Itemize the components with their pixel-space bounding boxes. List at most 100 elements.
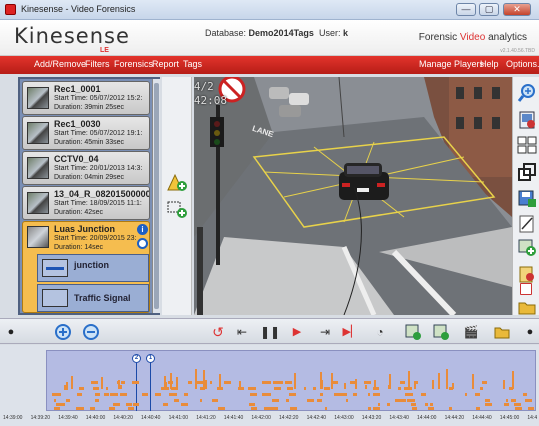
checkbox-icon[interactable]	[520, 283, 532, 295]
scrollbar-thumb[interactable]	[154, 83, 159, 309]
tagline-accent: Video	[459, 32, 486, 43]
collapse-right-icon[interactable]: ●	[521, 323, 539, 341]
app-icon	[5, 4, 16, 15]
activity-bar	[345, 399, 348, 402]
activity-spike	[100, 377, 103, 389]
menu-filters[interactable]: Filters	[85, 59, 110, 69]
clapper-icon[interactable]: 🎬	[462, 323, 480, 341]
activity-bar	[251, 407, 257, 410]
edit-notes-icon[interactable]	[517, 214, 537, 234]
menu-manage-players[interactable]: Manage Players	[419, 59, 484, 69]
media-list-scrollbar[interactable]	[152, 79, 160, 313]
add-media-icon[interactable]	[517, 237, 537, 257]
activity-bar	[217, 407, 225, 410]
menu-add-remove[interactable]: Add/Remove	[34, 59, 86, 69]
activity-spike	[437, 372, 440, 389]
menu-help[interactable]: Help	[480, 59, 499, 69]
activity-bar	[249, 387, 257, 390]
activity-bar	[319, 393, 323, 396]
step-forward-icon[interactable]: ⇥	[316, 323, 334, 341]
remove-bookmark-icon[interactable]	[432, 323, 450, 341]
activity-bar	[52, 393, 57, 396]
add-tag-icon[interactable]	[166, 172, 188, 192]
step-back-icon[interactable]: ⇤	[233, 323, 251, 341]
sub-item-junction[interactable]: junction	[37, 254, 149, 282]
media-item-title: 13_04_R_08201500000	[54, 189, 150, 199]
activity-bar	[398, 399, 406, 402]
activity-bar	[264, 407, 271, 410]
activity-bar	[373, 393, 380, 396]
media-item-13-04-r[interactable]: 13_04_R_08201500000 Start Time: 18/09/20…	[22, 186, 150, 220]
timeline-marker-1[interactable]: 1	[146, 354, 155, 363]
activity-bar	[187, 381, 193, 384]
frames-icon[interactable]	[517, 135, 537, 155]
add-region-icon[interactable]	[166, 199, 188, 219]
activity-bar	[334, 393, 340, 396]
timeline-zoom-out-icon[interactable]	[82, 323, 100, 341]
video-frame[interactable]: 1/14/2 14:42:08 LANE	[194, 77, 512, 315]
activity-bar	[128, 407, 134, 410]
info-icon[interactable]: i	[137, 224, 148, 235]
activity-spike	[373, 380, 376, 389]
timeline-marker-2[interactable]: 2	[132, 354, 141, 363]
activity-bar	[324, 407, 327, 410]
activity-bar	[464, 393, 468, 396]
right-toolbar	[512, 77, 539, 315]
folder-icon[interactable]	[517, 297, 537, 317]
media-item-rec1-0030[interactable]: Rec1_0030 Start Time: 05/07/2012 19:1: D…	[22, 116, 150, 150]
tag-tools-strip	[162, 77, 192, 315]
activity-spike	[431, 379, 434, 389]
play-icon[interactable]: ▶	[288, 323, 306, 341]
media-item-cctv0-04[interactable]: CCTV0_04 Start Time: 20/01/2013 14:3: Du…	[22, 151, 150, 185]
kinesense-logo: Kinesense	[14, 24, 130, 48]
activity-bar	[119, 393, 128, 396]
menu-options[interactable]: Options...	[506, 59, 539, 69]
activity-timeline[interactable]: 2 1 14:39:00 14:39:20 14:39:40 14:40:00 14:4…	[0, 345, 539, 426]
activity-bar	[525, 399, 529, 402]
maximize-button[interactable]: ▢	[479, 3, 499, 16]
collapse-left-icon[interactable]: ●	[2, 323, 20, 341]
activity-spike	[195, 369, 198, 389]
export-icon[interactable]	[517, 188, 537, 208]
layout-icon[interactable]	[517, 162, 537, 182]
sub-item-label: Traffic Signal	[74, 293, 131, 303]
activity-bar	[111, 393, 119, 396]
loop-icon[interactable]: ↺	[209, 323, 227, 341]
media-item-luas-junction[interactable]: Luas Junction Start Time: 20/09/2015 23:…	[22, 221, 150, 313]
speed-gauge-icon[interactable]: ◔	[371, 323, 389, 341]
minimize-button[interactable]: —	[456, 3, 476, 16]
close-button[interactable]: ✕	[503, 3, 531, 16]
menu-tags[interactable]: Tags	[183, 59, 202, 69]
zoom-in-icon[interactable]	[517, 83, 537, 103]
snapshot-icon[interactable]	[517, 110, 537, 130]
tag-folder-icon[interactable]	[493, 323, 511, 341]
activity-bar	[262, 393, 268, 396]
sub-item-traffic-signal[interactable]: Traffic Signal	[37, 284, 149, 312]
video-overlay-date: 1/14/2	[194, 80, 214, 93]
menu-report[interactable]: Report	[152, 59, 179, 69]
fast-forward-icon[interactable]: ▶▏	[342, 323, 360, 341]
pause-icon[interactable]: ❚❚	[260, 323, 280, 341]
activity-bar	[514, 407, 523, 410]
expand-icon[interactable]	[137, 238, 148, 249]
timeline-zoom-in-icon[interactable]	[54, 323, 72, 341]
timeline-activity-area[interactable]: 2 1	[46, 350, 536, 411]
activity-bar	[372, 407, 380, 410]
timeline-tick-label: 14:40:00	[85, 415, 106, 421]
activity-spike	[471, 374, 474, 389]
add-bookmark-icon[interactable]	[404, 323, 422, 341]
tag-search-icon[interactable]	[517, 265, 537, 285]
tagline: Forensic Video analytics	[419, 32, 527, 43]
menu-forensics[interactable]: Forensics	[114, 59, 153, 69]
timeline-tick-label: 14:44:40	[472, 415, 492, 421]
media-item-duration: Duration: 04min 29sec	[54, 174, 125, 181]
activity-spike	[320, 380, 323, 389]
timeline-ticks: 14:39:00 14:39:20 14:39:40 14:40:00 14:40:20…	[0, 412, 539, 426]
sub-item-thumbnail	[42, 259, 68, 277]
video-overlay-time: 14:42:08	[194, 94, 227, 107]
activity-bar	[290, 407, 297, 410]
media-item-rec1-0001[interactable]: Rec1_0001 Start Time: 05/07/2012 15:2: D…	[22, 81, 150, 115]
activity-bar	[262, 381, 271, 384]
media-item-title: Luas Junction	[54, 224, 116, 234]
activity-bar	[79, 387, 85, 390]
